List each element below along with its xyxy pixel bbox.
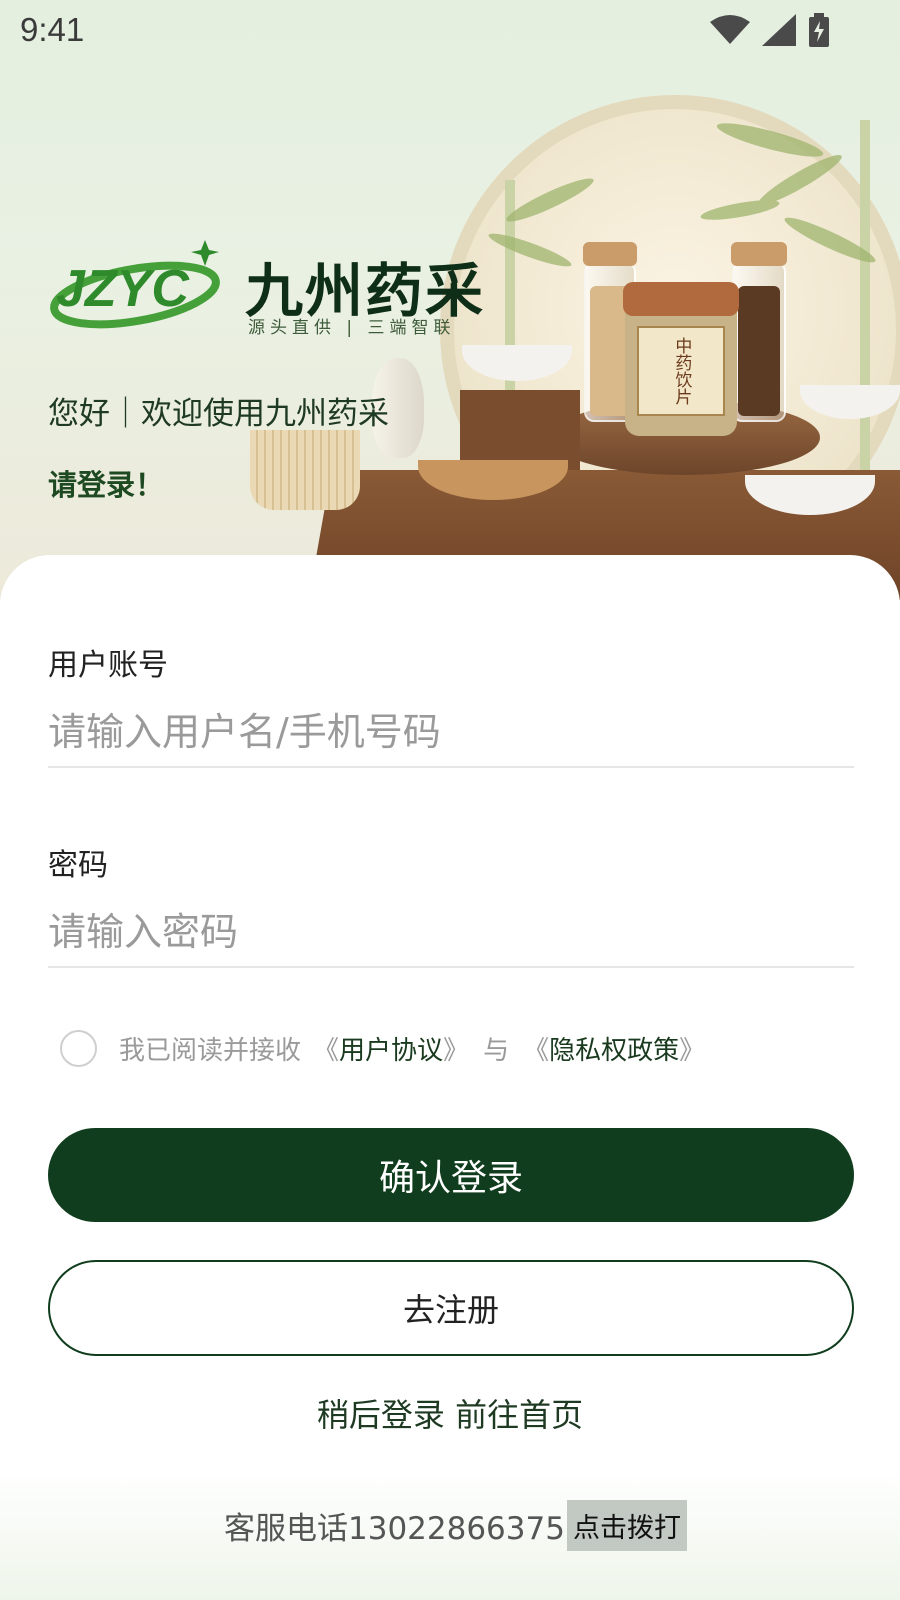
privacy-policy-link[interactable]: 隐私权政策: [549, 1030, 679, 1067]
bracket-close: 》: [679, 1036, 706, 1066]
status-time: 9:41: [20, 11, 85, 48]
confirm-login-button[interactable]: 确认登录: [48, 1128, 854, 1222]
register-button[interactable]: 去注册: [48, 1260, 854, 1356]
account-input[interactable]: [48, 698, 854, 768]
status-bar: 9:41: [0, 0, 900, 60]
account-label: 用户账号: [48, 648, 168, 683]
wifi-icon: [710, 15, 750, 44]
basket-decoration: [250, 430, 360, 510]
agreement-row: 我已阅读并接收 《 用户协议 》 与 《 隐私权政策 》: [60, 1030, 705, 1067]
bracket-open: 《: [523, 1036, 550, 1066]
call-button[interactable]: 点击拨打: [566, 1500, 687, 1551]
later-login-row: 稍后登录 前往首页: [0, 1390, 900, 1436]
agreement-prefix: 我已阅读并接收: [119, 1036, 302, 1066]
service-phone: 客服电话13022866375: [224, 1511, 565, 1547]
battery-icon: [809, 13, 829, 47]
brand-logo: JZYC 九州药采 源头直供 | 三端智联: [50, 240, 490, 345]
customer-service-row: 客服电话13022866375 点击拨打: [224, 1500, 687, 1551]
logo-mark: JZYC: [50, 240, 220, 329]
bracket-open: 《: [313, 1036, 340, 1066]
agreement-and: 与: [483, 1036, 510, 1066]
login-prompt: 请登录！: [48, 468, 165, 502]
svg-text:JZYC: JZYC: [56, 260, 190, 318]
signal-icon: [762, 14, 796, 46]
password-label: 密码: [48, 848, 108, 883]
glass-jar-slices: [731, 242, 787, 422]
user-agreement-link[interactable]: 用户协议: [339, 1030, 443, 1067]
agreement-checkbox[interactable]: [60, 1030, 97, 1067]
password-input[interactable]: [48, 898, 854, 968]
later-login-link[interactable]: 稍后登录: [317, 1396, 445, 1434]
jar-label: 中药饮片: [637, 326, 725, 416]
brand-slogan: 源头直供 | 三端智联: [248, 318, 456, 338]
herb-jar-decoration: 中药饮片: [623, 282, 739, 436]
welcome-greeting: 您好｜欢迎使用九州药采: [48, 396, 389, 432]
wooden-box-decoration: [460, 390, 580, 470]
hero-banner: 中药饮片 9:41 JZYC 九州药采 源头直供 | 三端智联 您好｜欢迎使用九…: [0, 0, 900, 600]
bracket-close: 》: [443, 1036, 470, 1066]
goto-home-link[interactable]: 前往首页: [455, 1396, 583, 1434]
